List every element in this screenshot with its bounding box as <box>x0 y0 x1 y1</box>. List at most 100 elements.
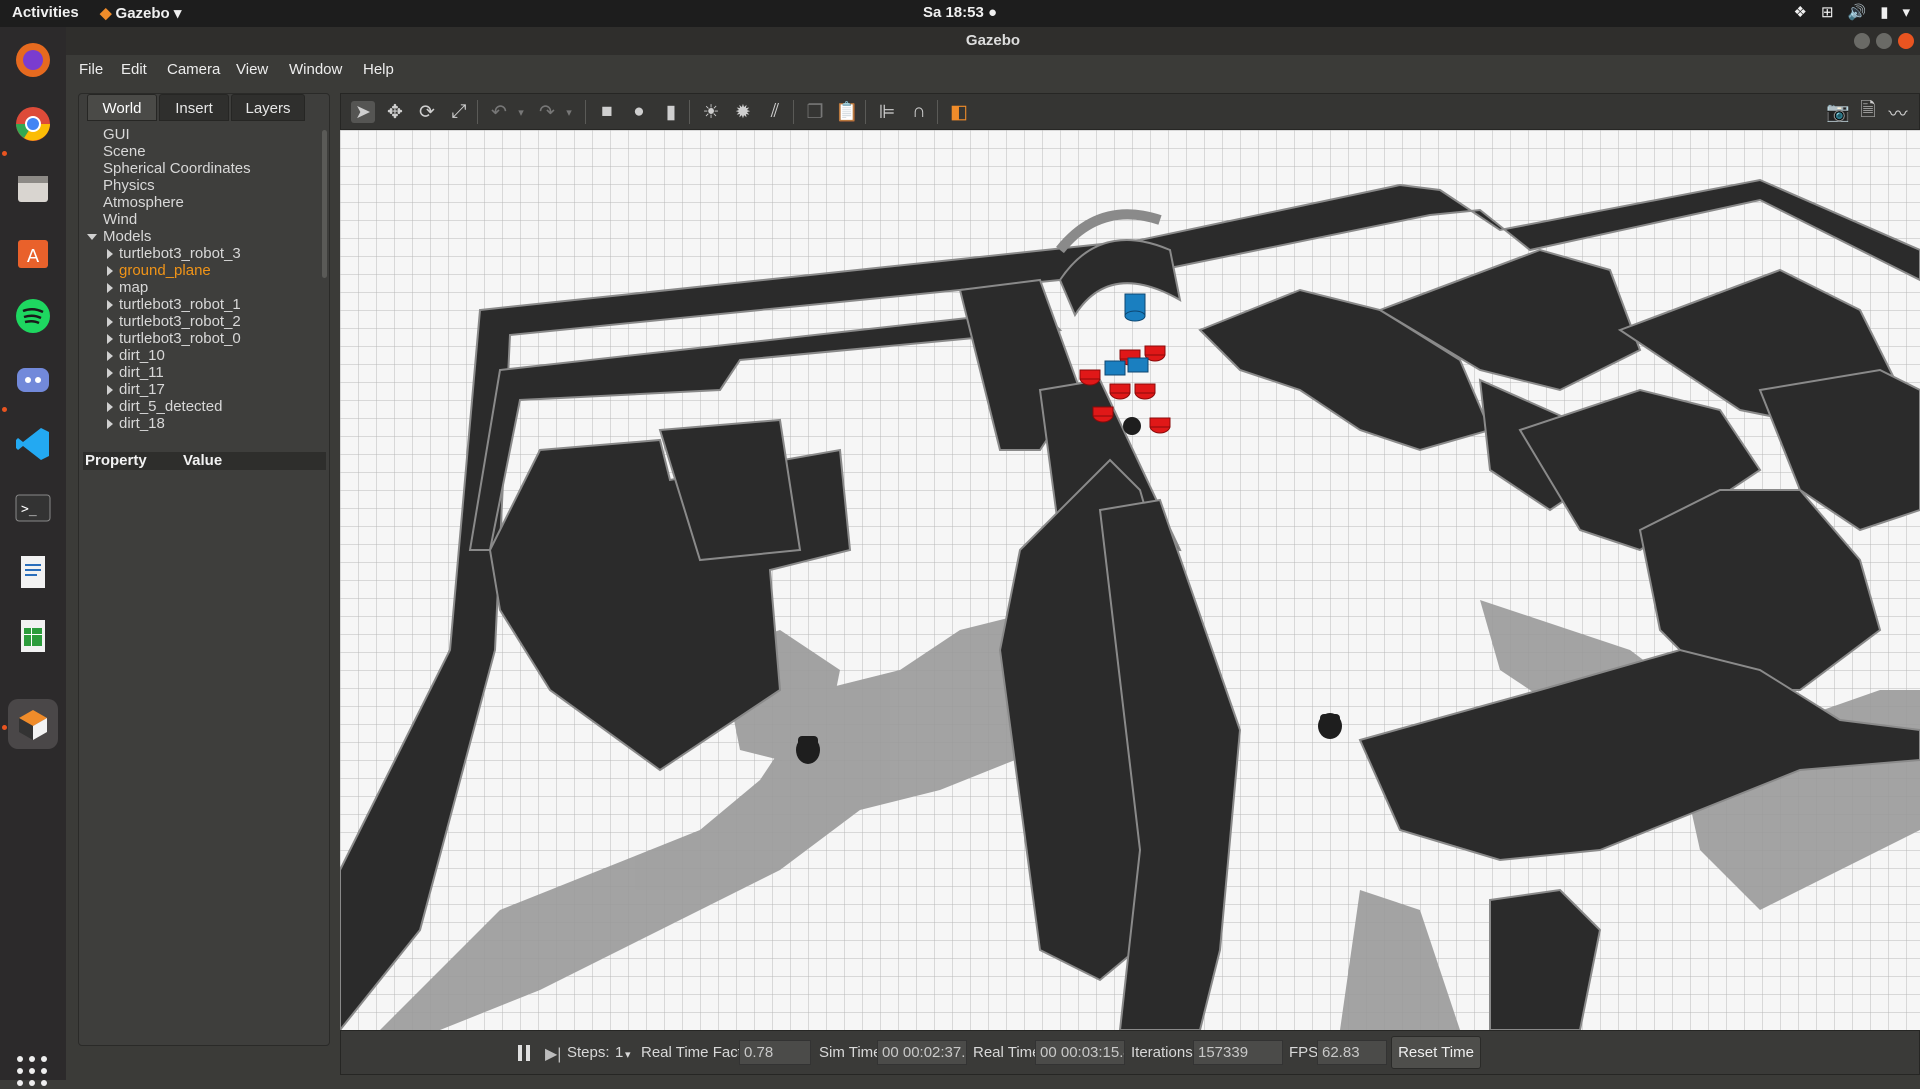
redo-icon[interactable]: ↷ <box>535 101 559 123</box>
tree-item-model[interactable]: map <box>107 279 148 296</box>
screenshot-icon[interactable]: 📷 <box>1826 101 1850 123</box>
spot-light-icon[interactable]: ✹ <box>731 101 755 123</box>
spotify-icon[interactable] <box>8 291 58 341</box>
reset-time-button[interactable]: Reset Time <box>1391 1036 1481 1069</box>
tab-layers[interactable]: Layers <box>231 94 305 121</box>
network-icon[interactable]: ⊞ <box>1821 3 1834 21</box>
expand-right-icon[interactable] <box>107 385 113 396</box>
plot-icon[interactable]: 〰 <box>1886 101 1910 125</box>
rotate-icon[interactable]: ⟳ <box>415 101 439 123</box>
log-icon[interactable]: 🗎 <box>1856 100 1880 123</box>
dropbox-icon[interactable]: ❖ <box>1793 3 1806 21</box>
files-icon[interactable] <box>8 163 58 213</box>
tree-item-physics[interactable]: Physics <box>103 177 155 194</box>
tree-item-model-selected[interactable]: ground_plane <box>107 262 211 279</box>
tree-item-model[interactable]: turtlebot3_robot_2 <box>107 313 241 330</box>
expand-right-icon[interactable] <box>107 300 113 311</box>
tree-item-spherical-coordinates[interactable]: Spherical Coordinates <box>103 160 251 177</box>
tree-item-models[interactable]: Models <box>87 228 151 245</box>
property-column-header[interactable]: Property <box>85 452 147 470</box>
box-icon[interactable]: ■ <box>595 101 619 123</box>
select-icon[interactable]: ➤ <box>351 101 375 123</box>
expand-right-icon[interactable] <box>107 419 113 430</box>
volume-icon[interactable]: 🔊 <box>1848 3 1867 21</box>
tree-item-wind[interactable]: Wind <box>103 211 137 228</box>
undo-icon[interactable]: ↶ <box>487 101 511 123</box>
menu-window[interactable]: Window <box>289 61 342 78</box>
tree-item-model[interactable]: turtlebot3_robot_3 <box>107 245 241 262</box>
expand-right-icon[interactable] <box>107 283 113 294</box>
clock[interactable]: Sa 18:53 ● <box>0 4 1920 21</box>
calc-icon[interactable] <box>8 611 58 661</box>
expand-right-icon[interactable] <box>107 249 113 260</box>
system-tray[interactable]: ❖ ⊞ 🔊 ▮ ▾ <box>1793 3 1910 21</box>
tab-world[interactable]: World <box>87 94 157 121</box>
undo-history-chevron-icon[interactable]: ▾ <box>509 101 533 123</box>
translate-icon[interactable]: ✥ <box>383 101 407 123</box>
sphere-icon[interactable]: ● <box>627 101 651 123</box>
maximize-icon[interactable] <box>1876 33 1892 49</box>
menu-edit[interactable]: Edit <box>121 61 147 78</box>
system-menu-chevron-icon[interactable]: ▾ <box>1902 3 1910 21</box>
step-icon[interactable]: ▶| <box>545 1044 561 1064</box>
firefox-icon[interactable] <box>8 35 58 85</box>
expand-right-icon[interactable] <box>107 317 113 328</box>
tree-item-model[interactable]: dirt_5_detected <box>107 398 222 415</box>
point-light-icon[interactable]: ☀ <box>699 101 723 123</box>
copy-icon[interactable]: ❐ <box>803 101 827 123</box>
tree-item-atmosphere[interactable]: Atmosphere <box>103 194 184 211</box>
vscode-icon[interactable] <box>8 419 58 469</box>
model-label: dirt_11 <box>119 364 164 381</box>
scale-icon[interactable]: ⤢ <box>447 101 471 123</box>
gazebo-icon[interactable] <box>8 699 58 749</box>
tree-item-gui[interactable]: GUI <box>103 126 130 143</box>
activities-button[interactable]: Activities <box>12 4 79 21</box>
sim-time-field: 00 00:02:37.339 <box>877 1040 967 1065</box>
expand-right-icon[interactable] <box>107 351 113 362</box>
cylinder-icon[interactable]: ▮ <box>659 101 683 123</box>
expand-right-icon[interactable] <box>107 334 113 345</box>
tab-insert[interactable]: Insert <box>159 94 229 121</box>
paste-icon[interactable]: 📋 <box>835 101 859 123</box>
app-menu[interactable]: ◆ Gazebo ▾ <box>100 4 181 22</box>
minimize-icon[interactable] <box>1854 33 1870 49</box>
3d-viewport[interactable] <box>340 130 1920 1030</box>
menu-camera[interactable]: Camera <box>167 61 220 78</box>
snap-icon[interactable]: ∩ <box>907 101 931 123</box>
menu-help[interactable]: Help <box>363 61 394 78</box>
tree-item-model[interactable]: dirt_18 <box>107 415 165 432</box>
chrome-icon[interactable] <box>8 99 58 149</box>
view-angle-icon[interactable]: ◧ <box>947 101 971 123</box>
steps-value[interactable]: 1 <box>615 1044 623 1061</box>
value-column-header[interactable]: Value <box>183 452 222 470</box>
directional-light-icon[interactable]: ⫽ <box>763 101 787 123</box>
menu-file[interactable]: File <box>79 61 103 78</box>
battery-icon[interactable]: ▮ <box>1880 3 1888 21</box>
steps-chevron-icon[interactable]: ▾ <box>625 1048 631 1061</box>
discord-icon[interactable] <box>8 355 58 405</box>
tree-item-model[interactable]: dirt_10 <box>107 347 165 364</box>
tree-scrollbar[interactable] <box>322 130 327 278</box>
tree-item-model[interactable]: dirt_17 <box>107 381 165 398</box>
expand-down-icon[interactable] <box>87 234 97 241</box>
expand-right-icon[interactable] <box>107 266 113 277</box>
model-label: turtlebot3_robot_3 <box>119 245 241 262</box>
expand-right-icon[interactable] <box>107 368 113 379</box>
tree-item-model[interactable]: turtlebot3_robot_1 <box>107 296 241 313</box>
expand-right-icon[interactable] <box>107 402 113 413</box>
align-icon[interactable]: ⊫ <box>875 101 899 123</box>
tree-item-scene[interactable]: Scene <box>103 143 146 160</box>
record-icon[interactable] <box>1911 101 1919 123</box>
scene-render[interactable] <box>340 130 1920 1030</box>
redo-history-chevron-icon[interactable]: ▾ <box>557 101 581 123</box>
terminal-icon[interactable]: >_ <box>8 483 58 533</box>
window-titlebar[interactable]: Gazebo <box>66 27 1920 55</box>
tree-item-model[interactable]: dirt_11 <box>107 364 164 381</box>
menu-view[interactable]: View <box>236 61 268 78</box>
software-center-icon[interactable]: A <box>8 227 58 277</box>
show-applications-icon[interactable] <box>14 1053 50 1089</box>
close-icon[interactable] <box>1898 33 1914 49</box>
tree-item-model[interactable]: turtlebot3_robot_0 <box>107 330 241 347</box>
pause-icon[interactable] <box>518 1045 530 1061</box>
writer-icon[interactable] <box>8 547 58 597</box>
